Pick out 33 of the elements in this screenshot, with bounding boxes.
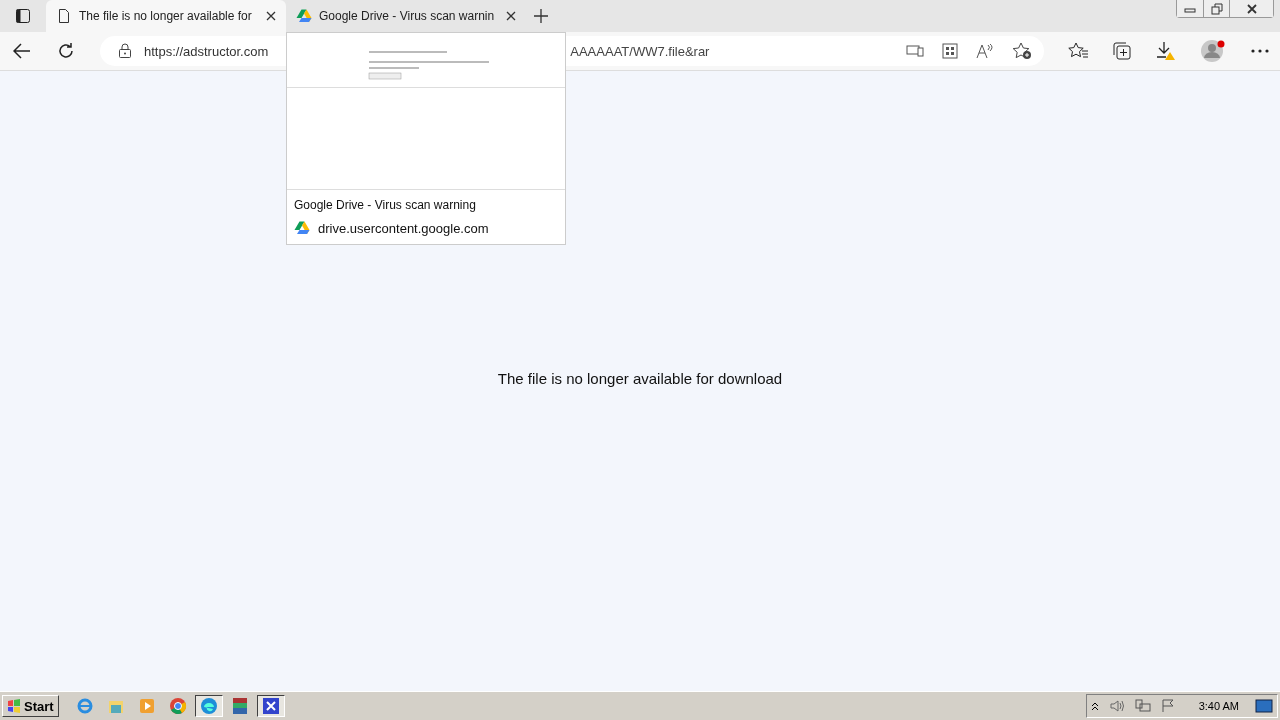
minimize-icon[interactable] — [1177, 0, 1203, 17]
drive-icon — [296, 8, 312, 24]
close-icon[interactable] — [264, 9, 278, 23]
favorites-icon[interactable] — [1068, 42, 1088, 60]
more-icon[interactable] — [1250, 48, 1270, 54]
drive-icon — [294, 220, 310, 236]
read-aloud-icon[interactable] — [976, 43, 994, 59]
lock-icon — [118, 43, 132, 59]
download-warning-icon[interactable] — [1156, 41, 1176, 61]
message-text: The file is no longer available for download — [497, 369, 783, 387]
profile-avatar-icon[interactable] — [1200, 39, 1226, 63]
restore-icon[interactable] — [1203, 0, 1229, 17]
browser-tab[interactable]: The file is no longer available for — [46, 0, 286, 32]
collections-icon[interactable] — [1112, 42, 1132, 60]
device-icon[interactable] — [906, 43, 924, 59]
close-icon[interactable] — [1229, 0, 1273, 17]
grid-icon[interactable] — [942, 43, 958, 59]
speaker-icon[interactable] — [1108, 699, 1125, 713]
add-favorite-icon[interactable] — [1012, 42, 1032, 60]
tab-title: Google Drive - Virus scan warnin — [319, 9, 496, 23]
chevron-up-icon[interactable] — [1090, 701, 1099, 711]
page-icon — [56, 8, 72, 24]
edge-app-icon[interactable] — [194, 695, 223, 717]
start-button[interactable]: Start — [2, 695, 59, 717]
network-icon[interactable] — [1134, 699, 1151, 713]
preview-domain: drive.usercontent.google.com — [318, 220, 489, 236]
url-text: AAAAAAT/WW7.file&rar — [570, 43, 710, 59]
windows-logo-icon — [7, 699, 21, 713]
tab-title: The file is no longer available for — [79, 9, 253, 23]
clock-text: 3:40 AM — [1198, 700, 1239, 712]
close-icon[interactable] — [504, 9, 518, 23]
preview-title: Google Drive - Virus scan warning — [287, 189, 565, 216]
url-text: https://adstructor.com — [144, 43, 269, 59]
